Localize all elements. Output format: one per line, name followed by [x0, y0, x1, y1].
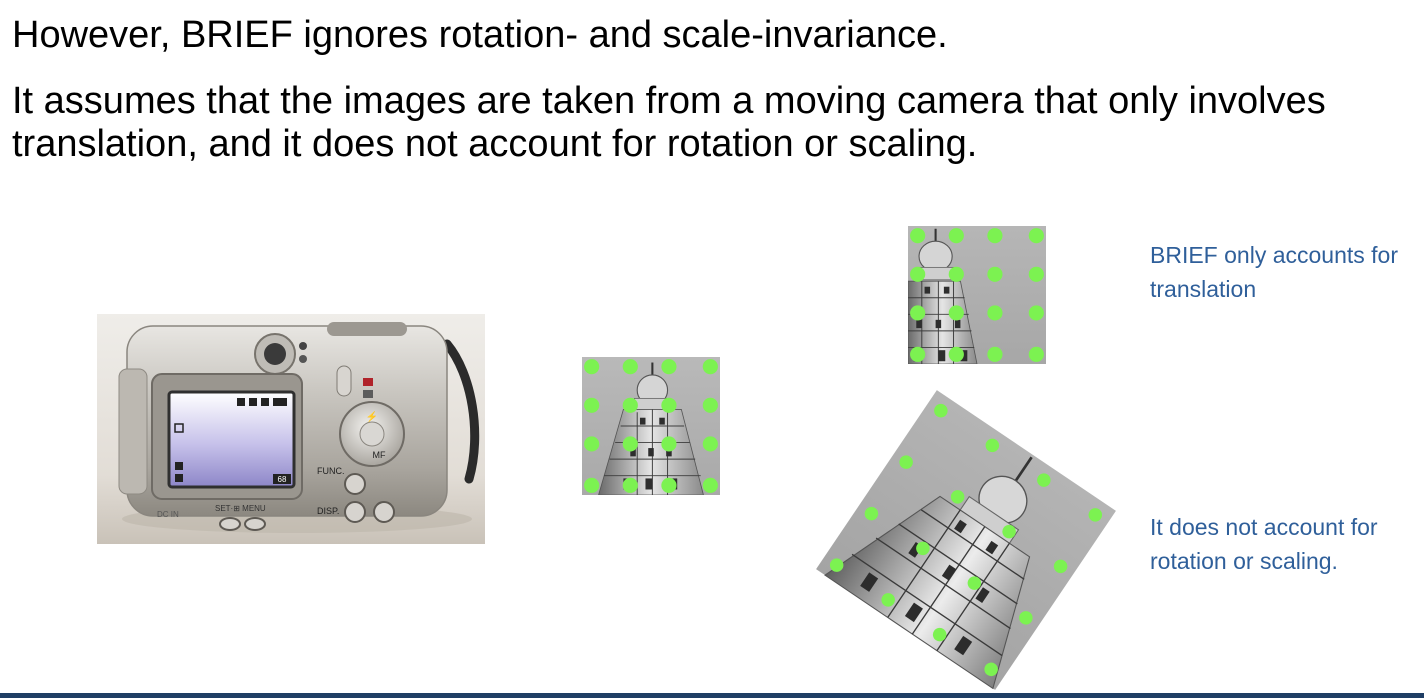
- note-translation: BRIEF only accounts for translation: [1150, 242, 1398, 302]
- lcd-screen: [167, 390, 296, 489]
- image-patch-rotated-scaled: [816, 390, 1116, 690]
- camera-photo: 68 ⚡ MF FUNC. DISP. DC IN SET·⊞ MENU: [97, 314, 485, 544]
- menu-button: [244, 517, 266, 531]
- disp-label: DISP.: [317, 506, 339, 516]
- image-patch-translated: [908, 226, 1046, 364]
- note-rotation-scaling: It does not account for rotation or scal…: [1150, 514, 1378, 574]
- shot-counter: 68: [278, 475, 287, 484]
- slide-heading: However, BRIEF ignores rotation- and sca…: [12, 14, 948, 56]
- mf-label: MF: [373, 450, 386, 460]
- disp-button: [344, 501, 366, 523]
- menu-button-right: [373, 501, 395, 523]
- image-patch-original: [582, 357, 720, 495]
- svg-text:⚡: ⚡: [366, 410, 378, 423]
- func-button: [344, 473, 366, 495]
- func-label: FUNC.: [317, 466, 345, 476]
- bottom-rule: [0, 693, 1424, 698]
- dc-in-label: DC IN: [157, 510, 179, 519]
- set-button: [219, 517, 241, 531]
- slide-subheading: It assumes that the images are taken fro…: [12, 80, 1326, 165]
- set-menu-label: SET·⊞ MENU: [215, 504, 266, 513]
